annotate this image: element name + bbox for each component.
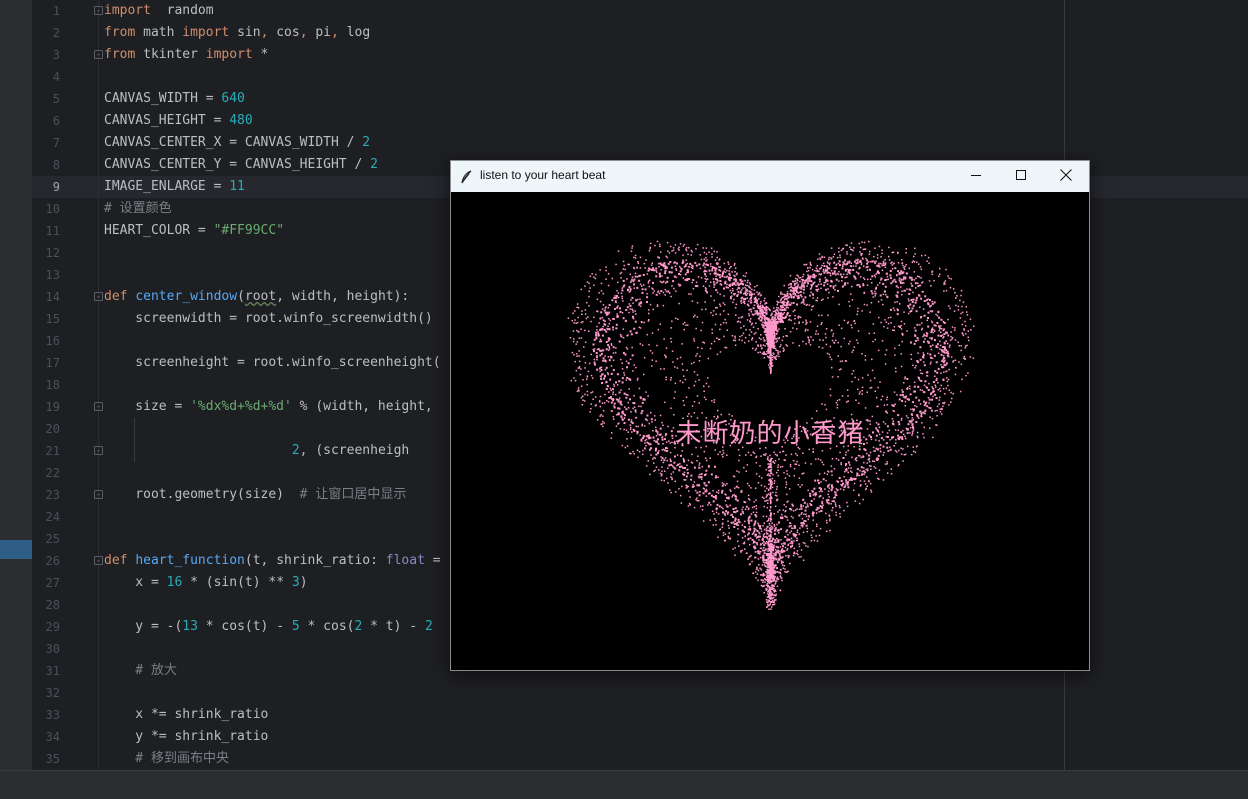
line-number: 17 (32, 352, 60, 374)
line-number: 35 (32, 748, 60, 770)
fold-marker-icon[interactable]: - (94, 490, 103, 499)
code-text: CANVAS_CENTER_X = CANVAS_WIDTH / 2 (104, 132, 370, 154)
code-text: root.geometry(size) # 让窗口居中显示 (104, 484, 406, 506)
code-line[interactable]: 1 -import random (32, 0, 1248, 22)
code-line[interactable]: 7 CANVAS_CENTER_X = CANVAS_WIDTH / 2 (32, 132, 1248, 154)
code-text: import random (104, 0, 214, 22)
code-text: # 设置颜色 (104, 198, 172, 220)
minimize-icon (971, 166, 982, 185)
fold-marker-icon[interactable]: - (94, 556, 103, 565)
close-icon (1060, 166, 1072, 185)
line-number: 32 (32, 682, 60, 704)
fold-marker-icon[interactable]: - (94, 402, 103, 411)
code-text: # 移到画布中央 (104, 748, 229, 770)
code-text: def center_window(root, width, height): (104, 286, 409, 308)
code-text: y *= shrink_ratio (104, 726, 268, 748)
tk-window-title: listen to your heart beat (480, 161, 605, 190)
code-text: screenwidth = root.winfo_screenwidth() (104, 308, 433, 330)
code-line[interactable]: 6 CANVAS_HEIGHT = 480 (32, 110, 1248, 132)
line-number: 27 (32, 572, 60, 594)
code-line[interactable]: 4 (32, 66, 1248, 88)
code-text: # 放大 (104, 660, 177, 682)
heart-canvas[interactable]: 未断奶的小香猪 (452, 192, 1088, 668)
code-text: from tkinter import * (104, 44, 268, 66)
code-line[interactable]: 35 # 移到画布中央 (32, 748, 1248, 770)
code-line[interactable]: 32 (32, 682, 1248, 704)
line-number: 10 (32, 198, 60, 220)
line-number: 26 (32, 550, 60, 572)
code-line[interactable]: 5 CANVAS_WIDTH = 640 (32, 88, 1248, 110)
line-number: 19 (32, 396, 60, 418)
fold-marker-icon[interactable]: - (94, 50, 103, 59)
code-text: x *= shrink_ratio (104, 704, 268, 726)
close-button[interactable] (1043, 161, 1089, 190)
feather-icon (460, 169, 474, 183)
line-number: 21 (32, 440, 60, 462)
line-number: 15 (32, 308, 60, 330)
code-text: from math import sin, cos, pi, log (104, 22, 370, 44)
line-number: 4 (32, 66, 60, 88)
fold-marker-icon[interactable]: - (94, 6, 103, 15)
status-bar (0, 770, 1248, 799)
heart-caption: 未断奶的小香猪 (452, 413, 1088, 450)
line-number: 8 (32, 154, 60, 176)
code-text: size = '%dx%d+%d+%d' % (width, height, (104, 396, 433, 418)
code-line[interactable]: 2 from math import sin, cos, pi, log (32, 22, 1248, 44)
line-number: 6 (32, 110, 60, 132)
minimize-button[interactable] (953, 161, 999, 190)
line-number: 29 (32, 616, 60, 638)
line-number: 2 (32, 22, 60, 44)
line-number: 1 (32, 0, 60, 22)
code-text: y = -(13 * cos(t) - 5 * cos(2 * t) - 2 (104, 616, 433, 638)
line-number: 23 (32, 484, 60, 506)
left-tool-strip (0, 0, 32, 798)
line-number: 31 (32, 660, 60, 682)
line-number: 30 (32, 638, 60, 660)
line-number: 16 (32, 330, 60, 352)
code-text: HEART_COLOR = "#FF99CC" (104, 220, 284, 242)
tk-window: listen to your heart beat 未断奶的小香猪 (450, 160, 1090, 671)
line-number: 28 (32, 594, 60, 616)
line-number: 18 (32, 374, 60, 396)
line-number: 12 (32, 242, 60, 264)
line-number: 25 (32, 528, 60, 550)
line-number: 3 (32, 44, 60, 66)
code-text: def heart_function(t, shrink_ratio: floa… (104, 550, 441, 572)
tk-titlebar[interactable]: listen to your heart beat (451, 161, 1089, 192)
code-line[interactable]: 3 -from tkinter import * (32, 44, 1248, 66)
line-number: 33 (32, 704, 60, 726)
code-text: CANVAS_HEIGHT = 480 (104, 110, 253, 132)
code-line[interactable]: 33 x *= shrink_ratio (32, 704, 1248, 726)
line-number: 5 (32, 88, 60, 110)
line-number: 7 (32, 132, 60, 154)
line-number: 11 (32, 220, 60, 242)
fold-marker-icon[interactable]: - (94, 292, 103, 301)
line-number: 14 (32, 286, 60, 308)
code-text: IMAGE_ENLARGE = 11 (104, 176, 245, 198)
code-text: screenheight = root.winfo_screenheight( (104, 352, 441, 374)
line-number: 13 (32, 264, 60, 286)
code-line[interactable]: 34 y *= shrink_ratio (32, 726, 1248, 748)
line-number: 9 (32, 176, 60, 198)
tool-strip-selected-marker[interactable] (0, 540, 32, 559)
line-number: 24 (32, 506, 60, 528)
code-text: CANVAS_WIDTH = 640 (104, 88, 245, 110)
code-text: CANVAS_CENTER_Y = CANVAS_HEIGHT / 2 (104, 154, 378, 176)
line-number: 20 (32, 418, 60, 440)
code-text: x = 16 * (sin(t) ** 3) (104, 572, 308, 594)
fold-marker-icon[interactable]: - (94, 446, 103, 455)
maximize-button[interactable] (998, 161, 1044, 190)
maximize-icon (1016, 166, 1027, 185)
line-number: 22 (32, 462, 60, 484)
code-text: 2, (screenheigh (104, 440, 409, 462)
line-number: 34 (32, 726, 60, 748)
